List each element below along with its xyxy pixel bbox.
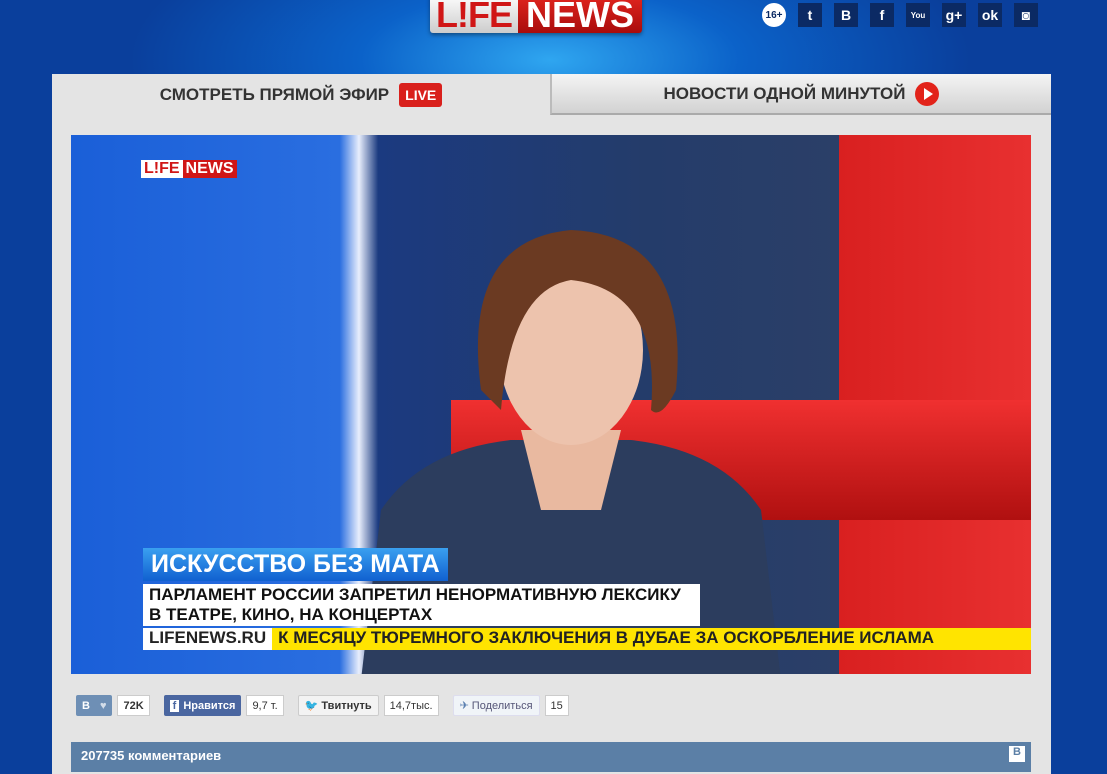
- video-player[interactable]: L!FE NEWS ИСКУССТВО БЕЗ МАТА ПАРЛАМЕНТ РО…: [71, 135, 1031, 674]
- video-headline: ИСКУССТВО БЕЗ МАТА: [143, 548, 448, 581]
- instagram-icon[interactable]: ◙: [1014, 3, 1038, 27]
- ticker-text: К МЕСЯЦУ ТЮРЕМНОГО ЗАКЛЮЧЕНИЯ В ДУБАЕ ЗА…: [272, 628, 1031, 650]
- mailru-bird-icon: ✈: [459, 700, 469, 712]
- facebook-count: 9,7 т.: [246, 695, 284, 716]
- tw-label: Твитнуть: [321, 699, 372, 712]
- vk-icon[interactable]: B: [834, 3, 858, 27]
- live-badge: LIVE: [399, 82, 443, 107]
- facebook-like-button[interactable]: f Нравится: [163, 695, 242, 716]
- subtitle-line: ПАРЛАМЕНТ РОССИИ ЗАПРЕТИЛ НЕНОРМАТИВНУЮ …: [149, 585, 681, 604]
- vk-count: 72K: [117, 695, 150, 716]
- subtitle-line: В ТЕАТРЕ, КИНО, НА КОНЦЕРТАХ: [149, 605, 433, 624]
- tweet-button[interactable]: 🐦 Твитнуть: [297, 695, 379, 716]
- main-panel: СМОТРЕТЬ ПРЯМОЙ ЭФИР LIVE НОВОСТИ ОДНОЙ М…: [52, 74, 1051, 774]
- google-plus-icon[interactable]: g+: [942, 3, 966, 27]
- mailru-share-button[interactable]: ✈ Поделиться: [452, 695, 540, 716]
- comments-header: 207735 комментариев В: [71, 742, 1031, 772]
- odnoklassniki-icon[interactable]: ok: [978, 3, 1002, 27]
- mailru-count: 15: [544, 695, 569, 716]
- vlogo-life: L!FE: [141, 160, 183, 178]
- youtube-icon[interactable]: You: [906, 3, 930, 27]
- video-channel-logo: L!FE NEWS: [141, 160, 237, 178]
- twitter-icon[interactable]: t: [798, 3, 822, 27]
- tab-one-minute-news[interactable]: НОВОСТИ ОДНОЙ МИНУТОЙ: [550, 74, 1051, 115]
- logo-news: NEWS: [517, 0, 642, 33]
- twitter-bird-icon: 🐦: [304, 700, 319, 712]
- twitter-count: 14,7тыс.: [383, 695, 439, 716]
- logo-life: L!FE: [430, 0, 518, 33]
- heart-icon: ♥: [99, 699, 107, 712]
- facebook-icon: f: [169, 699, 180, 712]
- tab-label: НОВОСТИ ОДНОЙ МИНУТОЙ: [663, 83, 906, 103]
- lifenews-logo[interactable]: L!FE NEWS: [430, 0, 642, 33]
- tab-live-stream[interactable]: СМОТРЕТЬ ПРЯМОЙ ЭФИР LIVE: [52, 74, 550, 115]
- ticker-site: LIFENEWS.RU: [143, 628, 273, 650]
- social-links: 16+ t B f You g+ ok ◙: [762, 3, 1038, 27]
- tab-label: СМОТРЕТЬ ПРЯМОЙ ЭФИР: [159, 84, 390, 104]
- vk-label: В: [82, 699, 90, 712]
- fb-label: Нравится: [183, 699, 236, 712]
- vlogo-news: NEWS: [182, 160, 237, 178]
- news-ticker: LIFENEWS.RU К МЕСЯЦУ ТЮРЕМНОГО ЗАКЛЮЧЕНИЯ…: [143, 628, 1031, 650]
- vk-like-button[interactable]: В ♥: [76, 695, 113, 716]
- share-bar: В ♥ 72K f Нравится 9,7 т. 🐦 Твитнуть 14,7ты…: [76, 695, 583, 716]
- play-icon: [915, 81, 940, 106]
- video-subtitle: ПАРЛАМЕНТ РОССИИ ЗАПРЕТИЛ НЕНОРМАТИВНУЮ …: [143, 584, 700, 626]
- mr-label: Поделиться: [471, 699, 533, 712]
- age-rating-badge: 16+: [762, 3, 786, 27]
- vk-icon[interactable]: В: [1009, 746, 1025, 762]
- facebook-icon[interactable]: f: [870, 3, 894, 27]
